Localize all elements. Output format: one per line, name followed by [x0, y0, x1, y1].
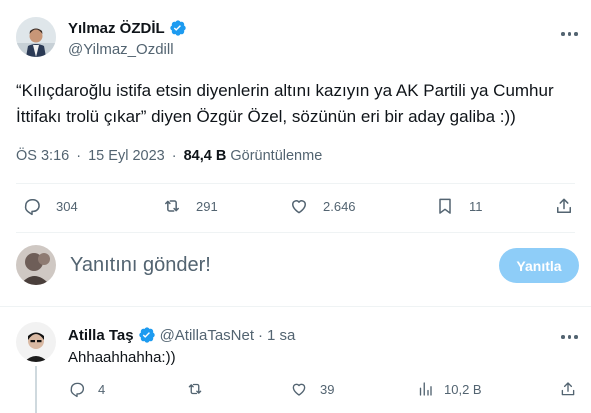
share-action[interactable] — [554, 196, 574, 216]
reply-author-handle[interactable]: @AtillaTasNet — [160, 327, 254, 344]
like-action[interactable]: 2.646 — [289, 196, 356, 216]
verified-badge-icon — [138, 326, 156, 344]
tweet-text: “Kılıçdaroğlu istifa etsin diyenlerin al… — [16, 81, 554, 126]
tweet-meta: ÖS 3:16 · 15 Eyl 2023 · 84,4 B Görüntüle… — [16, 148, 322, 164]
views-chart-icon — [419, 382, 432, 396]
reply-views-action[interactable]: 10,2 B — [416, 380, 482, 398]
share-icon — [561, 382, 575, 396]
reply-like-action[interactable]: 39 — [290, 380, 334, 398]
retweet-icon — [165, 200, 179, 212]
reply-share-action[interactable] — [559, 380, 577, 398]
reply-author-row: Atilla Taş @AtillaTasNet · 1 sa — [68, 326, 295, 344]
retweet-icon — [188, 383, 202, 395]
author-avatar[interactable] — [16, 17, 56, 57]
bookmark-icon — [439, 198, 451, 214]
author-name-row: Yılmaz ÖZDİL — [68, 19, 187, 37]
reply-icon — [70, 382, 84, 398]
retweet-count: 291 — [196, 198, 218, 214]
reply-input[interactable]: Yanıtını gönder! — [70, 254, 211, 277]
like-count: 2.646 — [323, 198, 356, 214]
reply-retweet-action[interactable] — [186, 380, 218, 398]
verified-badge-icon — [169, 19, 187, 37]
heart-icon — [292, 383, 306, 396]
share-icon — [557, 198, 571, 213]
reply-icon — [24, 199, 40, 216]
reply-reply-count: 4 — [98, 381, 106, 397]
views-label: Görüntülenme — [230, 148, 323, 164]
divider — [16, 183, 575, 184]
reply-submit-button[interactable]: Yanıtla — [499, 248, 579, 283]
reply-time[interactable]: 1 sa — [267, 327, 295, 344]
reply-text: Ahhaahhahha:)) — [68, 349, 176, 366]
divider — [16, 232, 575, 233]
more-options-icon[interactable] — [561, 335, 578, 339]
reply-author-name[interactable]: Atilla Taş — [68, 327, 134, 344]
author-name[interactable]: Yılmaz ÖZDİL — [68, 20, 165, 37]
meta-separator: · — [171, 148, 177, 164]
heart-icon — [292, 200, 306, 214]
reply-count: 304 — [56, 198, 78, 214]
bookmark-action[interactable]: 11 — [435, 196, 483, 216]
meta-separator: · — [76, 148, 82, 164]
meta-separator: · — [258, 326, 264, 344]
views-count: 84,4 B — [183, 148, 227, 164]
tweet-time[interactable]: ÖS 3:16 — [16, 148, 69, 164]
author-handle[interactable]: @Yilmaz_Ozdill — [68, 41, 174, 58]
reply-author-avatar[interactable] — [16, 322, 56, 362]
retweet-action[interactable]: 291 — [162, 196, 218, 216]
bookmark-count: 11 — [469, 198, 483, 214]
current-user-avatar[interactable] — [16, 245, 56, 285]
tweet-date[interactable]: 15 Eyl 2023 — [88, 148, 165, 164]
reply-like-count: 39 — [320, 381, 335, 397]
reply-reply-action[interactable]: 4 — [68, 380, 105, 398]
thread-connector — [35, 366, 37, 413]
reply-action[interactable]: 304 — [22, 196, 78, 216]
divider — [0, 306, 591, 307]
more-options-icon[interactable] — [561, 32, 578, 36]
reply-views-count: 10,2 B — [444, 381, 482, 397]
